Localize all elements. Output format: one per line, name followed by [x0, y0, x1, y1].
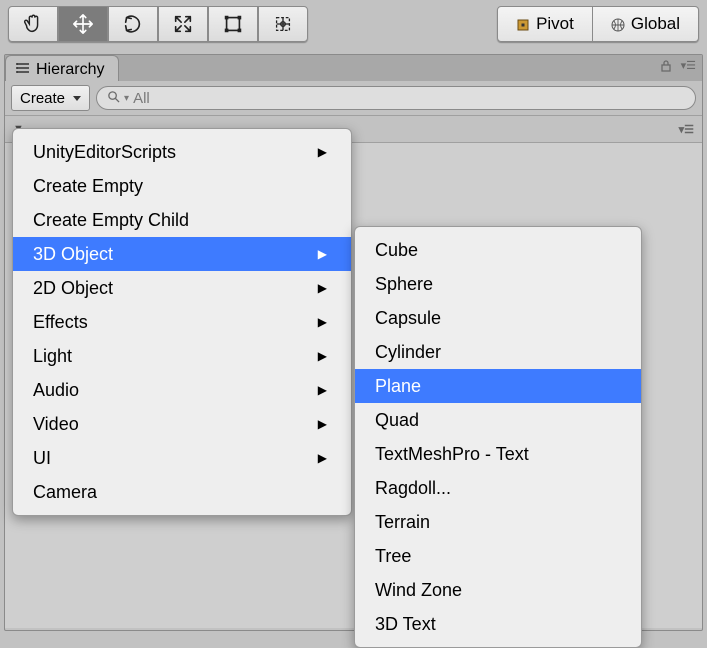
hierarchy-tab-label: Hierarchy	[36, 61, 104, 79]
hand-tool-button[interactable]	[8, 6, 58, 42]
globe-icon	[611, 17, 625, 31]
create-label: Create	[20, 90, 65, 107]
menu-item-3d-object[interactable]: 3D Object ▶	[13, 237, 351, 271]
submenu-item-label: Tree	[375, 546, 411, 567]
submenu-arrow-icon: ▶	[318, 247, 327, 261]
submenu-item-label: Ragdoll...	[375, 478, 451, 499]
submenu-item-quad[interactable]: Quad	[355, 403, 641, 437]
global-label: Global	[631, 14, 680, 34]
submenu-item-sphere[interactable]: Sphere	[355, 267, 641, 301]
menu-item-effects[interactable]: Effects ▶	[13, 305, 351, 339]
submenu-item-label: Sphere	[375, 274, 433, 295]
submenu-item-terrain[interactable]: Terrain	[355, 505, 641, 539]
menu-item-create-empty[interactable]: Create Empty	[13, 169, 351, 203]
search-icon	[107, 90, 120, 107]
create-button[interactable]: Create	[11, 85, 90, 111]
menu-item-label: Video	[33, 414, 79, 435]
search-mode-caret: ▾	[124, 93, 129, 104]
submenu-item-ragdoll-[interactable]: Ragdoll...	[355, 471, 641, 505]
transform-toolbar	[8, 6, 308, 42]
submenu-item-label: TextMeshPro - Text	[375, 444, 529, 465]
menu-item-2d-object[interactable]: 2D Object ▶	[13, 271, 351, 305]
pivot-label: Pivot	[536, 14, 574, 34]
tab-row: Hierarchy ▾☰	[5, 55, 702, 81]
menu-item-create-empty-child[interactable]: Create Empty Child	[13, 203, 351, 237]
search-input[interactable]: ▾ All	[96, 86, 696, 110]
submenu-arrow-icon: ▶	[318, 281, 327, 295]
pivot-button[interactable]: Pivot	[497, 6, 593, 42]
submenu-item-label: Quad	[375, 410, 419, 431]
move-tool-button[interactable]	[58, 6, 108, 42]
move-icon	[72, 13, 94, 35]
menu-item-label: Light	[33, 346, 72, 367]
menu-item-unityeditorscripts[interactable]: UnityEditorScripts ▶	[13, 135, 351, 169]
submenu-arrow-icon: ▶	[318, 451, 327, 465]
hand-icon	[22, 13, 44, 35]
menu-item-label: 2D Object	[33, 278, 113, 299]
create-row: Create ▾ All	[5, 81, 702, 116]
submenu-item-label: Plane	[375, 376, 421, 397]
pivot-icon	[516, 17, 530, 31]
submenu-arrow-icon: ▶	[318, 349, 327, 363]
submenu-item-wind-zone[interactable]: Wind Zone	[355, 573, 641, 607]
rect-tool-button[interactable]	[208, 6, 258, 42]
hierarchy-tab[interactable]: Hierarchy	[5, 55, 119, 81]
menu-item-ui[interactable]: UI ▶	[13, 441, 351, 475]
submenu-item-cube[interactable]: Cube	[355, 233, 641, 267]
3d-object-submenu: Cube Sphere Capsule Cylinder Plane Quad TextMe…	[354, 226, 642, 648]
lock-icon[interactable]	[659, 59, 673, 76]
rect-icon	[222, 13, 244, 35]
submenu-item-label: Terrain	[375, 512, 430, 533]
submenu-item-tree[interactable]: Tree	[355, 539, 641, 573]
submenu-item-capsule[interactable]: Capsule	[355, 301, 641, 335]
menu-item-camera[interactable]: Camera	[13, 475, 351, 509]
menu-item-light[interactable]: Light ▶	[13, 339, 351, 373]
submenu-item-plane[interactable]: Plane	[355, 369, 641, 403]
scene-context-icon[interactable]: ▾☰	[679, 123, 694, 136]
create-context-menu: UnityEditorScripts ▶ Create Empty Create Em…	[12, 128, 352, 516]
submenu-item-label: Cube	[375, 240, 418, 261]
unified-icon	[272, 13, 294, 35]
submenu-item-label: Cylinder	[375, 342, 441, 363]
submenu-item-3d-text[interactable]: 3D Text	[355, 607, 641, 641]
menu-item-audio[interactable]: Audio ▶	[13, 373, 351, 407]
menu-item-video[interactable]: Video ▶	[13, 407, 351, 441]
scale-icon	[172, 13, 194, 35]
rotate-tool-button[interactable]	[108, 6, 158, 42]
handle-mode-group: Pivot Global	[497, 6, 699, 42]
submenu-arrow-icon: ▶	[318, 145, 327, 159]
hierarchy-icon	[16, 61, 30, 80]
global-button[interactable]: Global	[593, 6, 699, 42]
submenu-arrow-icon: ▶	[318, 383, 327, 397]
unified-tool-button[interactable]	[258, 6, 308, 42]
submenu-item-textmeshpro-text[interactable]: TextMeshPro - Text	[355, 437, 641, 471]
submenu-item-label: Wind Zone	[375, 580, 462, 601]
search-placeholder: All	[133, 90, 150, 107]
panel-menu-icon[interactable]: ▾☰	[681, 59, 696, 76]
menu-item-label: Create Empty Child	[33, 210, 189, 231]
menu-item-label: Camera	[33, 482, 97, 503]
submenu-item-label: 3D Text	[375, 614, 436, 635]
scale-tool-button[interactable]	[158, 6, 208, 42]
submenu-item-label: Capsule	[375, 308, 441, 329]
menu-item-label: Create Empty	[33, 176, 143, 197]
menu-item-label: 3D Object	[33, 244, 113, 265]
menu-item-label: UnityEditorScripts	[33, 142, 176, 163]
menu-item-label: Audio	[33, 380, 79, 401]
rotate-icon	[122, 13, 144, 35]
submenu-arrow-icon: ▶	[318, 315, 327, 329]
submenu-item-cylinder[interactable]: Cylinder	[355, 335, 641, 369]
menu-item-label: Effects	[33, 312, 88, 333]
submenu-arrow-icon: ▶	[318, 417, 327, 431]
menu-item-label: UI	[33, 448, 51, 469]
